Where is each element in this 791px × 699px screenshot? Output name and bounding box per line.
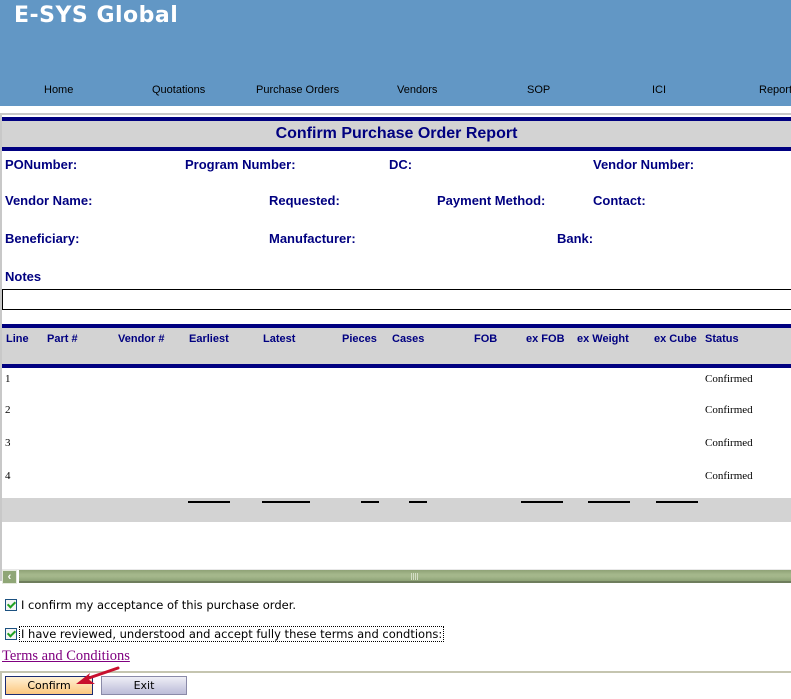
confirm-button[interactable]: Confirm [5,676,93,695]
beneficiary-label: Beneficiary: [5,231,80,246]
nav-home[interactable]: Home [44,84,73,96]
col-ex-weight: ex Weight [577,333,629,345]
scrollbar-thumb[interactable] [19,570,791,583]
confirm-acceptance-checkbox[interactable] [5,599,17,611]
row-4-line: 4 [5,470,11,482]
col-status: Status [705,333,739,345]
total-ex-weight-line [588,501,630,503]
col-fob: FOB [474,333,498,345]
report-title-bar: Confirm Purchase Order Report [2,117,791,151]
total-earliest-line [188,501,230,503]
terms-accept-checkbox[interactable] [5,628,17,640]
report-title: Confirm Purchase Order Report [275,125,518,142]
row-2-line: 2 [5,404,11,416]
total-latest-line [262,501,310,503]
nav-vendors[interactable]: Vendors [397,84,437,96]
col-latest: Latest [263,333,296,345]
notes-input[interactable] [2,289,791,310]
total-ex-fob-line [521,501,563,503]
requested-label: Requested: [269,193,340,208]
terms-accept-label[interactable]: I have reviewed, understood and accept f… [18,626,445,642]
bank-label: Bank: [557,231,594,246]
nav-sop[interactable]: SOP [527,84,550,96]
po-number-label: PONumber: [5,157,78,172]
col-vendor: Vendor # [118,333,165,345]
scrollbar-grip-icon [411,573,419,580]
row-1-status: Confirmed [705,373,753,385]
app-logo: E-SYS Global [14,3,179,28]
nav-quotations[interactable]: Quotations [152,84,205,96]
col-earliest: Earliest [189,333,229,345]
col-line: Line [6,333,29,345]
contact-label: Contact: [593,193,646,208]
col-cases: Cases [392,333,425,345]
row-2-status: Confirmed [705,404,753,416]
nav-purchase-orders[interactable]: Purchase Orders [256,84,339,96]
row-3-line: 3 [5,437,11,449]
row-3-status: Confirmed [705,437,753,449]
vendor-name-label: Vendor Name: [5,193,93,208]
row-1-line: 1 [5,373,11,385]
confirm-acceptance-label[interactable]: I confirm my acceptance of this purchase… [21,598,296,612]
col-ex-cube: ex Cube [654,333,697,345]
total-cases-line [409,501,427,503]
col-part: Part # [47,333,78,345]
row-4-status: Confirmed [705,470,753,482]
payment-method-label: Payment Method: [437,193,546,208]
scroll-left-button[interactable]: ‹ [2,570,17,584]
grid-header [2,324,791,368]
total-ex-cube-line [656,501,698,503]
terms-and-conditions-link[interactable]: Terms and Conditions [2,648,130,665]
manufacturer-label: Manufacturer: [269,231,356,246]
total-pieces-line [361,501,379,503]
col-pieces: Pieces [342,333,377,345]
vendor-number-label: Vendor Number: [593,157,695,172]
app-header: E-SYS Global Home Quotations Purchase Or… [0,0,791,106]
exit-button[interactable]: Exit [101,676,187,695]
nav-report[interactable]: Report [759,84,791,96]
program-number-label: Program Number: [185,157,296,172]
dc-label: DC: [389,157,413,172]
notes-label: Notes [5,269,42,284]
col-ex-fob: ex FOB [526,333,565,345]
nav-ici[interactable]: ICI [652,84,666,96]
